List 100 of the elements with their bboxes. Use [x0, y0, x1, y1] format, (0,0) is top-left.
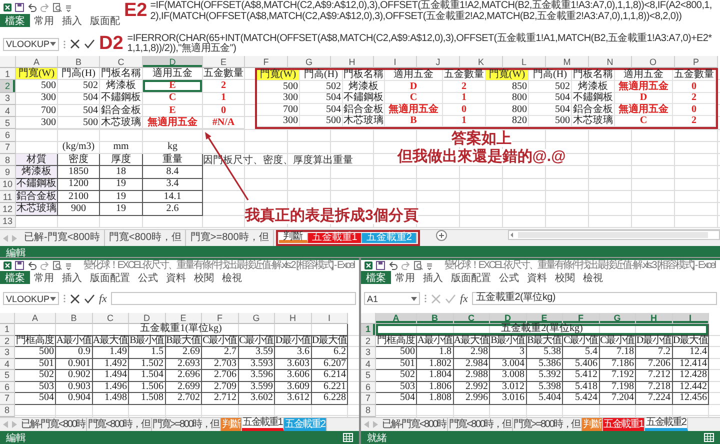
- column-header[interactable]: E: [166, 313, 202, 324]
- column-header[interactable]: J: [417, 56, 460, 68]
- undo-icon[interactable]: [388, 260, 398, 270]
- row-header[interactable]: 2: [361, 336, 376, 347]
- column-header[interactable]: I: [672, 313, 709, 324]
- check-icon[interactable]: [84, 39, 95, 49]
- row-header[interactable]: 11: [0, 190, 16, 204]
- ribbon-tab[interactable]: 檔案: [361, 271, 391, 284]
- ribbon-tab[interactable]: 版面配置: [447, 271, 495, 284]
- ribbon-tab[interactable]: 校閱: [190, 271, 218, 284]
- ribbon-tab[interactable]: 插入: [58, 271, 86, 284]
- row-header[interactable]: 5: [361, 370, 376, 382]
- column-header[interactable]: I: [374, 56, 417, 68]
- print-preview-icon[interactable]: [53, 260, 62, 270]
- undo-icon[interactable]: [27, 2, 37, 12]
- column-header[interactable]: F: [563, 313, 600, 324]
- row-header[interactable]: 6: [0, 129, 16, 142]
- row-header[interactable]: 9: [0, 166, 16, 179]
- row-header[interactable]: 5: [0, 117, 16, 130]
- cancel-icon[interactable]: [70, 39, 80, 49]
- row-header[interactable]: 4: [0, 358, 15, 370]
- sheet-tab[interactable]: 五金載重1: [602, 418, 646, 431]
- column-header[interactable]: L: [503, 56, 546, 68]
- formula-field[interactable]: 五金載重2(單位kg): [472, 292, 717, 305]
- column-header[interactable]: N: [589, 56, 632, 68]
- ribbon-tab[interactable]: 常用: [391, 271, 419, 284]
- sheet-tab[interactable]: 五金載重1: [308, 233, 362, 243]
- row-header[interactable]: 8: [0, 154, 16, 166]
- customize-icon[interactable]: [426, 260, 433, 270]
- column-header[interactable]: D: [129, 313, 166, 324]
- ribbon-tab[interactable]: 檔案: [0, 14, 30, 27]
- column-header[interactable]: H: [275, 313, 312, 324]
- save-icon[interactable]: [15, 2, 24, 12]
- customize-icon[interactable]: [65, 2, 72, 12]
- sheet-tab[interactable]: 五金載重2: [645, 418, 688, 431]
- ribbon-tab[interactable]: 版面配: [86, 14, 124, 27]
- check-icon[interactable]: [84, 294, 95, 304]
- row-header[interactable]: 1: [0, 68, 16, 80]
- row-header[interactable]: 4: [361, 358, 376, 370]
- ribbon-tab[interactable]: 資料: [162, 271, 190, 284]
- sheet-tab[interactable]: 五金載重1: [242, 418, 284, 431]
- row-header[interactable]: 7: [0, 393, 15, 404]
- column-header[interactable]: H: [636, 313, 672, 324]
- ribbon-tab[interactable]: 檔案: [0, 271, 30, 284]
- ribbon-tab[interactable]: 資料: [523, 271, 551, 284]
- row-header[interactable]: 8: [0, 404, 15, 417]
- ribbon-tab[interactable]: 檢視: [579, 271, 607, 284]
- undo-icon[interactable]: [27, 260, 37, 270]
- ribbon-tab[interactable]: 公式: [495, 271, 523, 284]
- row-header[interactable]: 13: [0, 216, 16, 228]
- print-preview-icon[interactable]: [53, 2, 62, 12]
- row-header[interactable]: 2: [0, 336, 15, 347]
- column-header[interactable]: G: [600, 313, 636, 324]
- ribbon-tab[interactable]: 校閱: [551, 271, 579, 284]
- column-header[interactable]: B: [56, 313, 92, 324]
- column-header[interactable]: D: [143, 56, 203, 68]
- column-header[interactable]: C: [92, 313, 129, 324]
- column-header[interactable]: G: [238, 313, 275, 324]
- ribbon-tab[interactable]: 公式: [134, 271, 162, 284]
- row-header[interactable]: 6: [361, 382, 376, 393]
- row-header[interactable]: 5: [0, 370, 15, 382]
- row-header[interactable]: 1: [0, 324, 15, 336]
- column-header[interactable]: P: [675, 56, 718, 68]
- row-header[interactable]: 6: [0, 382, 15, 393]
- ribbon-tab[interactable]: 常用: [30, 14, 58, 27]
- ribbon-tab[interactable]: 常用: [30, 271, 58, 284]
- column-header[interactable]: I: [312, 313, 348, 324]
- column-header[interactable]: E: [526, 313, 563, 324]
- add-sheet-icon[interactable]: [436, 230, 447, 241]
- column-header[interactable]: C: [454, 313, 490, 324]
- column-header[interactable]: G: [288, 56, 331, 68]
- row-header[interactable]: 1: [361, 324, 376, 336]
- row-header[interactable]: 4: [0, 104, 16, 118]
- sheet-tab[interactable]: 判斷: [278, 233, 308, 243]
- row-header[interactable]: 7: [361, 393, 376, 404]
- ribbon-tab[interactable]: 插入: [419, 271, 447, 284]
- check-icon[interactable]: [445, 294, 456, 304]
- name-box[interactable]: VLOOKUP: [3, 38, 59, 50]
- column-header[interactable]: B: [58, 56, 100, 68]
- ribbon-tab[interactable]: 版面配置: [86, 271, 134, 284]
- row-header[interactable]: 8: [361, 404, 376, 417]
- column-header[interactable]: A: [16, 56, 58, 68]
- column-header[interactable]: M: [546, 56, 589, 68]
- customize-icon[interactable]: [65, 260, 72, 270]
- column-header[interactable]: F: [245, 56, 288, 68]
- column-header[interactable]: A: [15, 313, 56, 324]
- insert-function-button[interactable]: fx: [99, 292, 107, 304]
- column-header[interactable]: F: [202, 313, 238, 324]
- normal-view-icon[interactable]: [704, 433, 714, 442]
- column-header[interactable]: K: [460, 56, 503, 68]
- row-header[interactable]: 7: [0, 142, 16, 154]
- column-header[interactable]: C: [100, 56, 143, 68]
- insert-function-button[interactable]: fx: [460, 292, 468, 304]
- save-icon[interactable]: [15, 260, 24, 270]
- normal-view-icon[interactable]: [343, 433, 353, 442]
- ribbon-tab[interactable]: 檢視: [218, 271, 246, 284]
- name-box[interactable]: A1: [364, 292, 420, 305]
- row-header[interactable]: 3: [361, 347, 376, 358]
- row-header[interactable]: 3: [0, 92, 16, 105]
- column-header[interactable]: H: [331, 56, 374, 68]
